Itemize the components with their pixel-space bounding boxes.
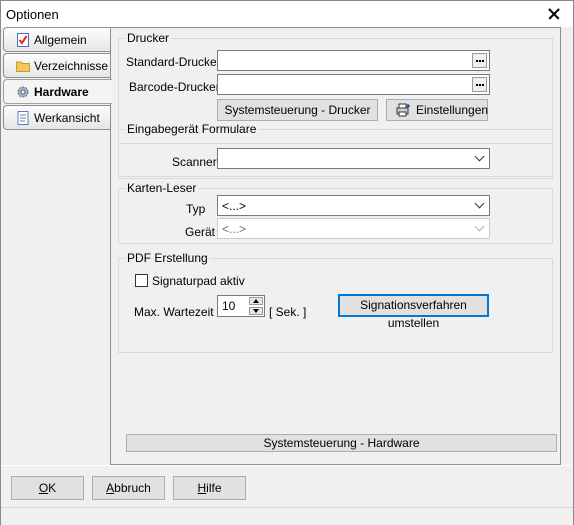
barcode-drucker-field[interactable] [217,74,490,95]
close-button[interactable] [539,1,569,27]
tab-list: Allgemein Verzeichnisse Hardware Werkans… [1,27,112,465]
barcode-drucker-label: Barcode-Drucker [129,80,220,94]
tab-allgemein-label: Allgemein [34,33,87,47]
tab-hardware[interactable]: Hardware [3,79,112,104]
standard-drucker-label: Standard-Drucker [126,55,221,69]
wartezeit-spinbox[interactable]: 10 [217,295,265,317]
abbruch-label-rest: bbruch [114,481,151,495]
systemsteuerung-drucker-button[interactable]: Systemsteuerung - Drucker [217,99,378,121]
tab-werkansicht[interactable]: Werkansicht [3,105,110,130]
wartezeit-label: Max. Wartezeit [134,305,214,319]
typ-value: <...> [222,199,247,213]
dialog-footer: OK Abbruch Hilfe [1,465,573,525]
document-icon [17,111,29,125]
scanner-select[interactable] [217,148,490,169]
pdf-erstellung-group-title: PDF Erstellung [125,251,210,265]
wartezeit-unit: [ Sek. ] [269,305,307,319]
eingabegeraet-group-title: Eingabegerät Formulare [125,122,259,136]
title-bar: Optionen [1,1,573,27]
signationsverfahren-button[interactable]: Signationsverfahren umstellen [338,294,489,330]
tab-hardware-label: Hardware [34,85,89,99]
checklist-icon [17,33,29,47]
scanner-label: Scanner [172,155,217,169]
hardware-panel: Drucker Standard-Drucker Barcode-Drucker… [111,27,561,465]
typ-label: Typ [186,202,206,216]
wartezeit-value: 10 [222,299,236,313]
spin-down-icon[interactable] [249,307,263,315]
hilfe-mnemonic: H [197,481,207,495]
signaturpad-label: Signaturpad aktiv [152,274,245,288]
tab-allgemein[interactable]: Allgemein [3,27,110,52]
ok-button[interactable]: OK [11,476,84,500]
status-divider [1,507,573,508]
chevron-down-icon [474,151,485,162]
chevron-down-icon [474,221,485,232]
folder-icon [16,61,30,72]
window-title: Optionen [6,7,59,22]
abbruch-mnemonic: A [106,481,115,495]
geraet-label: Gerät [185,225,216,239]
pdf-erstellung-group: PDF Erstellung Signaturpad aktiv Max. Wa… [118,251,553,353]
typ-select[interactable]: <...> [217,195,490,216]
systemsteuerung-hardware-button[interactable]: Systemsteuerung - Hardware [126,434,557,452]
karten-leser-group: Karten-Leser Typ <...> Gerät <...> [118,181,553,244]
ok-mnemonic: O [38,481,49,495]
printer-settings-icon [396,103,410,117]
einstellungen-label: Einstellungen [416,103,489,117]
abbruch-button[interactable]: Abbruch [92,476,165,500]
gear-icon [17,86,29,98]
barcode-drucker-browse-button[interactable] [472,77,487,92]
tab-verzeichnisse-label: Verzeichnisse [34,59,109,73]
geraet-value: <...> [222,222,247,236]
tab-werkansicht-label: Werkansicht [34,111,100,125]
standard-drucker-field[interactable] [217,50,490,71]
standard-drucker-browse-button[interactable] [472,53,487,68]
chevron-down-icon [474,198,485,209]
tab-verzeichnisse[interactable]: Verzeichnisse [3,53,110,78]
einstellungen-button[interactable]: Einstellungen [386,99,488,121]
options-window: Optionen Allgemein Verzeichnisse Hardwar… [0,0,574,525]
signaturpad-checkbox[interactable] [135,274,148,287]
eingabegeraet-group: Eingabegerät Formulare Scanner [118,122,553,179]
spin-up-icon[interactable] [249,297,263,305]
geraet-select[interactable]: <...> [217,218,490,239]
ok-label-rest: K [48,481,57,495]
hilfe-label-rest: ilfe [206,481,222,495]
karten-leser-group-title: Karten-Leser [125,181,199,195]
drucker-group-title: Drucker [125,31,172,45]
hilfe-button[interactable]: Hilfe [173,476,246,500]
